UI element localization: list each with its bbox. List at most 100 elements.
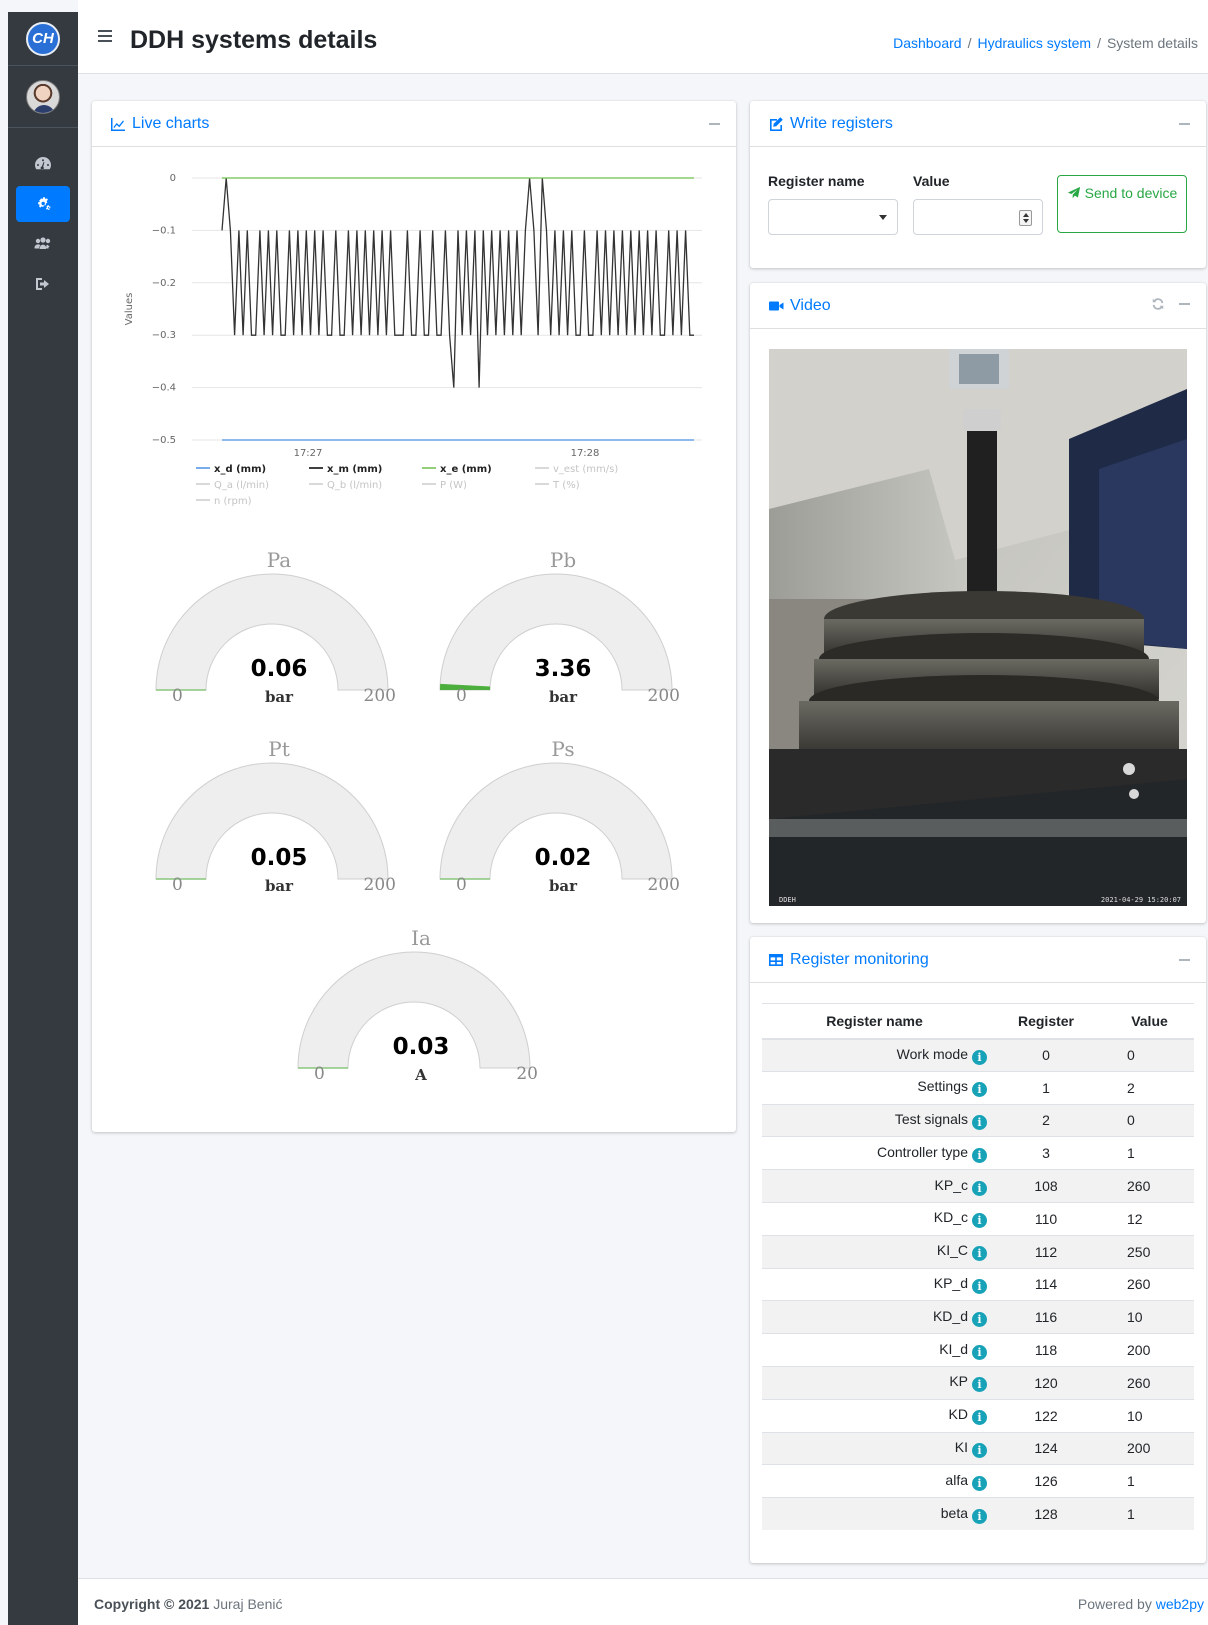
info-icon[interactable]: i xyxy=(972,1246,987,1262)
menu-toggle-icon[interactable] xyxy=(98,30,112,44)
register-name: KI xyxy=(954,1438,968,1455)
collapse-icon[interactable] xyxy=(1179,959,1190,961)
register-name-cell: KI i xyxy=(762,1431,987,1465)
gauge-max: 200 xyxy=(647,875,680,895)
gauge-min: 0 xyxy=(172,875,183,895)
y-tick-label: −0.3 xyxy=(152,330,176,341)
register-address-cell: 0 xyxy=(987,1038,1105,1072)
register-name: Controller type xyxy=(876,1143,968,1160)
brand-logo[interactable]: CH xyxy=(26,21,60,56)
legend-label: v_est (mm/s) xyxy=(553,464,618,475)
gauge-max: 20 xyxy=(516,1064,538,1084)
info-icon[interactable]: i xyxy=(972,1410,987,1426)
info-icon[interactable]: i xyxy=(972,1180,987,1196)
register-address-cell: 1 xyxy=(987,1070,1105,1105)
register-value-cell: 1 xyxy=(1105,1497,1194,1531)
register-value-cell: 250 xyxy=(1105,1234,1194,1269)
gauge-value: 0.05 xyxy=(250,845,308,871)
register-address-cell: 110 xyxy=(987,1201,1105,1236)
register-value-cell: 0 xyxy=(1105,1103,1194,1137)
legend-label: P (W) xyxy=(440,480,467,491)
sidebar-nav xyxy=(8,146,78,302)
breadcrumb-dashboard[interactable]: Dashboard xyxy=(893,35,962,51)
register-name: alfa xyxy=(945,1471,968,1488)
register-address-cell: 3 xyxy=(987,1136,1105,1170)
info-icon[interactable]: i xyxy=(972,1213,987,1229)
gauge: Ps 0.02 bar 0 200 xyxy=(438,737,688,907)
info-icon[interactable]: i xyxy=(972,1508,987,1524)
video-header: Video xyxy=(750,283,1206,329)
register-value-cell: 1 xyxy=(1105,1464,1194,1498)
table-row: KI i 124 200 xyxy=(762,1431,1194,1465)
gauge-value: 0.03 xyxy=(392,1034,450,1060)
sidebar-item-users[interactable] xyxy=(16,226,70,262)
avatar[interactable] xyxy=(26,79,60,114)
send-button-label: Send to device xyxy=(1084,185,1178,201)
info-icon[interactable]: i xyxy=(972,1475,987,1491)
info-icon[interactable]: i xyxy=(972,1278,987,1294)
register-name-cell: KD i xyxy=(762,1398,987,1433)
register-value-cell: 2 xyxy=(1105,1070,1194,1105)
video-card: Video DDEH 2021-04-29 15:20:07 xyxy=(750,283,1206,923)
table-row: KP_c i 108 260 xyxy=(762,1169,1194,1203)
register-name-cell: Controller type i xyxy=(762,1136,987,1170)
y-tick-label: 0 xyxy=(170,173,176,184)
register-address-cell: 124 xyxy=(987,1431,1105,1465)
video-overlay-timestamp: 2021-04-29 15:20:07 xyxy=(1100,896,1181,904)
refresh-icon[interactable] xyxy=(1151,297,1165,311)
collapse-icon[interactable] xyxy=(1179,123,1190,125)
info-icon[interactable]: i xyxy=(972,1114,987,1130)
legend-label: n (rpm) xyxy=(214,496,252,507)
register-value-cell: 200 xyxy=(1105,1431,1194,1465)
breadcrumb-hydraulics[interactable]: Hydraulics system xyxy=(977,35,1091,51)
spinner-icon[interactable] xyxy=(1019,210,1032,226)
brand[interactable]: CH xyxy=(8,12,78,66)
register-value-cell: 260 xyxy=(1105,1267,1194,1301)
legend-label: x_d (mm) xyxy=(214,464,266,475)
sidebar-item-dashboard[interactable] xyxy=(16,146,70,182)
info-icon[interactable]: i xyxy=(972,1082,987,1098)
info-icon[interactable]: i xyxy=(972,1311,987,1327)
legend-label: Q_b (l/min) xyxy=(327,480,382,491)
send-to-device-button[interactable]: Send to device xyxy=(1057,175,1187,233)
register-name-select[interactable] xyxy=(768,199,898,235)
info-icon[interactable]: i xyxy=(972,1344,987,1360)
table-row: Settings i 1 2 xyxy=(762,1070,1194,1105)
table-row: alfa i 126 1 xyxy=(762,1464,1194,1498)
register-table: Register name Register Value Work mode i 0… xyxy=(762,1003,1194,1531)
column-header-value[interactable]: Value xyxy=(1105,1003,1194,1040)
table-row: KP i 120 260 xyxy=(762,1365,1194,1400)
table-row: Controller type i 3 1 xyxy=(762,1136,1194,1170)
gauge-max: 200 xyxy=(363,875,396,895)
gauge-title: Ia xyxy=(411,926,431,950)
page-title: DDH systems details xyxy=(130,26,378,54)
register-address-cell: 118 xyxy=(987,1333,1105,1367)
info-icon[interactable]: i xyxy=(972,1147,987,1163)
collapse-icon[interactable] xyxy=(709,123,720,125)
value-label: Value xyxy=(913,173,950,189)
info-icon[interactable]: i xyxy=(972,1377,987,1393)
value-input[interactable] xyxy=(913,199,1043,235)
gauge-title: Pb xyxy=(549,548,577,572)
register-value-cell: 12 xyxy=(1105,1201,1194,1236)
sidebar-item-logout[interactable] xyxy=(16,266,70,302)
gauge-max: 200 xyxy=(363,686,396,706)
column-header-register-name[interactable]: Register name xyxy=(762,1003,987,1040)
y-axis-label: Values xyxy=(124,293,135,326)
collapse-icon[interactable] xyxy=(1179,303,1190,305)
web2py-link[interactable]: web2py xyxy=(1156,1596,1204,1612)
top-header: DDH systems details Dashboard / Hydraulics… xyxy=(78,0,1208,74)
sidebar-item-systems[interactable] xyxy=(16,186,70,222)
y-tick-label: −0.2 xyxy=(152,278,176,289)
user-panel[interactable] xyxy=(8,66,78,128)
register-name: KD_c xyxy=(933,1209,968,1226)
register-value-cell: 260 xyxy=(1105,1169,1194,1203)
register-name-cell: KP i xyxy=(762,1365,987,1400)
column-header-register[interactable]: Register xyxy=(987,1003,1105,1040)
gauge-min: 0 xyxy=(456,875,467,895)
table-row: KD i 122 10 xyxy=(762,1398,1194,1433)
register-address-cell: 126 xyxy=(987,1464,1105,1498)
register-name: beta xyxy=(940,1504,968,1521)
info-icon[interactable]: i xyxy=(972,1049,987,1065)
info-icon[interactable]: i xyxy=(972,1442,987,1458)
